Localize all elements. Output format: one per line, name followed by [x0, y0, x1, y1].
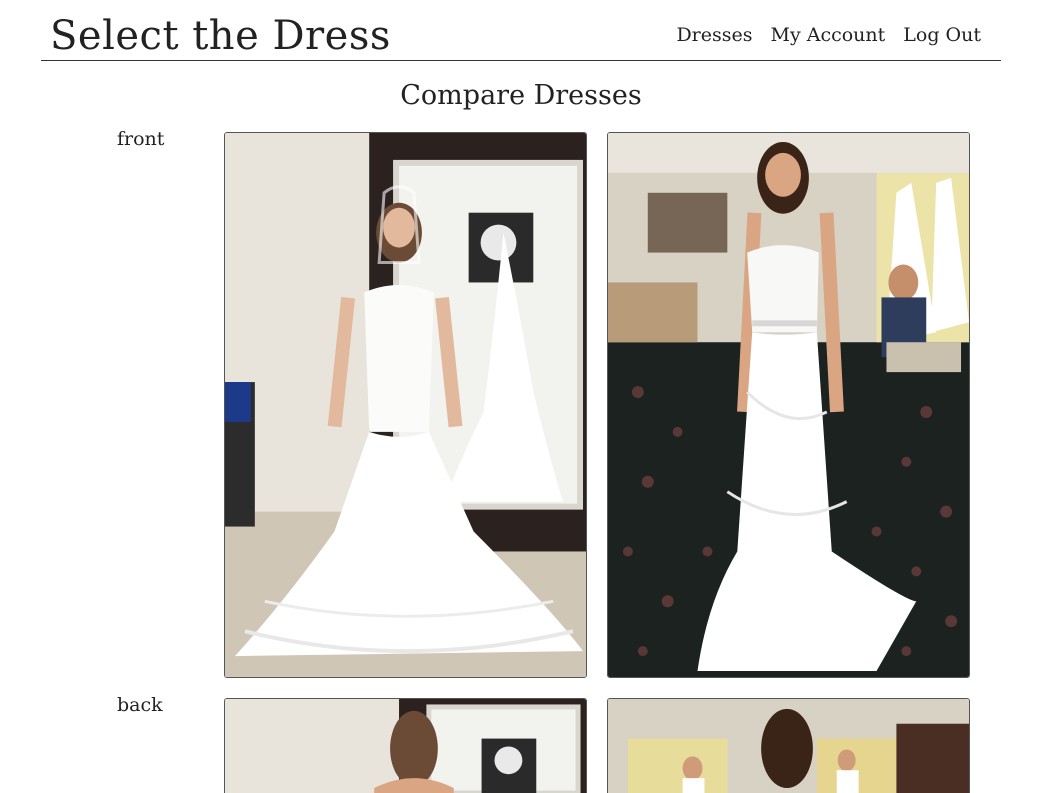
site-header: Select the Dress Dresses My Account Log … — [41, 0, 1001, 61]
nav-log-out-link[interactable]: Log Out — [903, 24, 981, 46]
nav-my-account-link[interactable]: My Account — [771, 24, 886, 46]
site-title[interactable]: Select the Dress — [50, 8, 391, 64]
dress-2-front-photo[interactable] — [607, 132, 970, 678]
page-title: Compare Dresses — [400, 80, 642, 111]
dress-1-back-photo[interactable] — [224, 698, 587, 793]
nav-dresses-link[interactable]: Dresses — [676, 24, 752, 46]
main-nav: Dresses My Account Log Out — [676, 24, 981, 46]
dress-2-back-photo[interactable] — [607, 698, 970, 793]
row-label-back: back — [117, 694, 163, 716]
dress-1-front-photo[interactable] — [224, 132, 587, 678]
row-label-front: front — [117, 128, 165, 150]
